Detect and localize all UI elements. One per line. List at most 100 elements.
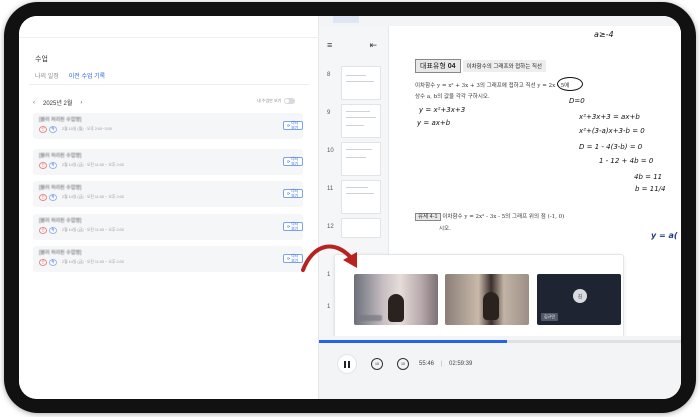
class-title: [블러 처리된 수업명] bbox=[39, 185, 82, 191]
class-title: [블러 처리된 수업명] bbox=[39, 117, 82, 123]
class-meta: 2월 14일 (금) · 오전 11:00 ~ 오후 2:00 bbox=[62, 228, 124, 232]
circle-annotation bbox=[557, 77, 583, 91]
page-number: 9 bbox=[327, 110, 331, 116]
collapse-left-icon[interactable]: ⇤ bbox=[369, 40, 377, 51]
page-thumbnail[interactable] bbox=[341, 180, 381, 214]
play-icon: ⟳ bbox=[287, 160, 291, 164]
hamburger-icon[interactable]: ≡ bbox=[327, 40, 332, 51]
tab-my-schedule[interactable]: 나의 일정 bbox=[35, 71, 59, 85]
page-number: 12 bbox=[327, 224, 334, 230]
progress-track[interactable] bbox=[319, 340, 681, 343]
teacher-badge: 선 bbox=[39, 227, 47, 234]
student-badge: 학 bbox=[49, 126, 57, 133]
handwriting: 1 - 12 + 4b = 0 bbox=[599, 157, 654, 165]
pause-button[interactable] bbox=[337, 354, 357, 374]
handwriting: y = a( bbox=[651, 231, 678, 240]
student-badge: 학 bbox=[49, 259, 57, 266]
replay-button[interactable]: ⟳ 다시보기 bbox=[283, 157, 303, 166]
class-card[interactable]: [블러 처리된 수업명] 선 학 2월 14일 (금) · 오전 11:00 ~… bbox=[33, 246, 303, 272]
thumb-toolbar: ≡ ⇤ bbox=[327, 40, 377, 51]
class-card[interactable]: [블러 처리된 수업명] 선 학 2월 14일 (금) · 오전 11:00 ~… bbox=[33, 214, 303, 240]
month-selector: ‹ 2025년 2월 › bbox=[33, 98, 82, 108]
tablet-screen: 수업 나의 일정 이전 수업 기록 ‹ 2025년 2월 › 내 수업만 보기 … bbox=[19, 16, 681, 399]
badges: 선 학 bbox=[39, 194, 57, 201]
page-thumbnail[interactable] bbox=[341, 66, 381, 100]
handwriting: a≥-4 bbox=[594, 30, 614, 39]
participant-video bbox=[388, 294, 404, 322]
teacher-badge: 선 bbox=[39, 194, 47, 201]
current-time: 55:46 bbox=[419, 361, 435, 367]
student-badge: 학 bbox=[49, 162, 57, 169]
handwriting: y = ax+b bbox=[417, 119, 451, 127]
chevron-left-icon[interactable]: ‹ bbox=[33, 100, 35, 106]
month-label: 2025년 2월 bbox=[43, 101, 73, 107]
replay-button[interactable]: ⟳ 다시보기 bbox=[283, 189, 303, 198]
avatar: 김 bbox=[573, 289, 587, 303]
handwriting: b = 11/4 bbox=[635, 185, 666, 193]
rewind-10-button[interactable]: 10 bbox=[371, 358, 383, 370]
chevron-right-icon[interactable]: › bbox=[80, 100, 82, 106]
video-tile[interactable]: 김 김규민 bbox=[537, 274, 621, 325]
teacher-badge: 선 bbox=[39, 162, 47, 169]
participant-video bbox=[483, 292, 499, 320]
tabs: 나의 일정 이전 수업 기록 bbox=[35, 71, 106, 85]
class-title: [블러 처리된 수업명] bbox=[39, 218, 82, 224]
class-meta: 2월 14일 (금) · 오전 11:00 ~ 오후 2:00 bbox=[62, 260, 124, 264]
question-header: 대표유형 04 이차함수의 그래프와 접하는 직선 bbox=[415, 59, 546, 73]
problem-text: 상수 a, b의 값을 각각 구하시오. bbox=[415, 94, 490, 100]
badges: 선 학 bbox=[39, 259, 57, 266]
handwriting: x²+3x+3 = ax+b bbox=[579, 113, 640, 121]
play-icon: ⟳ bbox=[287, 192, 291, 196]
forward-10-button[interactable]: 10 bbox=[397, 358, 409, 370]
replay-button[interactable]: ⟳ 다시보기 bbox=[283, 121, 303, 130]
subproblem-text: 유제 4-1 이차함수 y = 2x² - 3x - 5의 그래프 위의 점 (… bbox=[415, 212, 565, 221]
class-card[interactable]: [블러 처리된 수업명] 선 학 2월 14일 (금) · 오전 11:00 ~… bbox=[33, 149, 303, 175]
replay-label: 다시보기 bbox=[291, 156, 299, 166]
replay-label: 다시보기 bbox=[291, 120, 299, 130]
page-number: 10 bbox=[327, 148, 334, 154]
total-time: 02:59:39 bbox=[449, 361, 473, 367]
video-tile[interactable] bbox=[354, 274, 438, 325]
my-classes-toggle[interactable]: 내 수업만 보기 bbox=[257, 98, 296, 104]
page-number: 8 bbox=[327, 72, 331, 78]
handwriting: 4b = 11 bbox=[634, 173, 663, 181]
video-tile[interactable] bbox=[445, 274, 529, 325]
page-thumbnail[interactable] bbox=[341, 104, 381, 138]
replay-label: 다시보기 bbox=[291, 221, 299, 231]
top-tab[interactable] bbox=[333, 16, 359, 23]
toggle-switch[interactable] bbox=[284, 98, 296, 104]
class-card[interactable]: [블러 처리된 수업명] 선 학 2월 14일 (금) · 오전 11:00 ~… bbox=[33, 181, 303, 207]
replay-label: 다시보기 bbox=[291, 188, 299, 198]
page-thumbnail[interactable] bbox=[341, 142, 381, 176]
viewer-top-strip bbox=[319, 16, 681, 26]
handwriting: y = x²+3x+3 bbox=[419, 106, 466, 114]
subproblem-text: 시오. bbox=[439, 226, 451, 232]
teacher-badge: 선 bbox=[39, 259, 47, 266]
section-title: 수업 bbox=[35, 56, 48, 63]
handwriting: D=0 bbox=[569, 97, 585, 105]
class-title: [블러 처리된 수업명] bbox=[39, 153, 82, 159]
tab-past-classes[interactable]: 이전 수업 기록 bbox=[68, 71, 106, 85]
tablet-frame: 수업 나의 일정 이전 수업 기록 ‹ 2025년 2월 › 내 수업만 보기 … bbox=[4, 2, 696, 413]
class-meta: 2월 14일 (금) · 오전 11:00 ~ 오후 2:00 bbox=[62, 163, 124, 167]
badges: 선 학 bbox=[39, 227, 57, 234]
toggle-label: 내 수업만 보기 bbox=[257, 98, 282, 103]
name-tag bbox=[358, 315, 382, 321]
question-title: 이차함수의 그래프와 접하는 직선 bbox=[462, 60, 546, 72]
class-card[interactable]: [블러 처리된 수업명] 선 학 2월 10일 (월) · 오후 2:00~3:… bbox=[33, 113, 303, 139]
sub-tag: 유제 4-1 bbox=[415, 213, 441, 221]
class-meta: 2월 14일 (금) · 오전 11:00 ~ 오후 2:00 bbox=[62, 195, 124, 199]
play-icon: ⟳ bbox=[287, 225, 291, 229]
replay-button[interactable]: ⟳ 다시보기 bbox=[283, 222, 303, 231]
sub-line: 이차함수 y = 2x² - 3x - 5의 그래프 위의 점 (-1, 0) bbox=[442, 214, 565, 220]
student-badge: 학 bbox=[49, 194, 57, 201]
handwriting: D = 1 - 4(3-b) = 0 bbox=[579, 143, 643, 151]
class-meta: 2월 10일 (월) · 오후 2:00~3:00 bbox=[62, 127, 112, 131]
tab-divider bbox=[29, 84, 309, 85]
class-title: [블러 처리된 수업명] bbox=[39, 250, 82, 256]
playback-bar: 10 10 55:46 | 02:59:39 bbox=[319, 336, 681, 399]
left-top-bar bbox=[19, 16, 319, 38]
curved-arrow-icon bbox=[301, 244, 357, 272]
problem-text: 이차함수 y = x² + 3x + 3의 그래프에 접하고 직선 y = 2x… bbox=[415, 83, 570, 89]
play-icon: ⟳ bbox=[287, 124, 291, 128]
